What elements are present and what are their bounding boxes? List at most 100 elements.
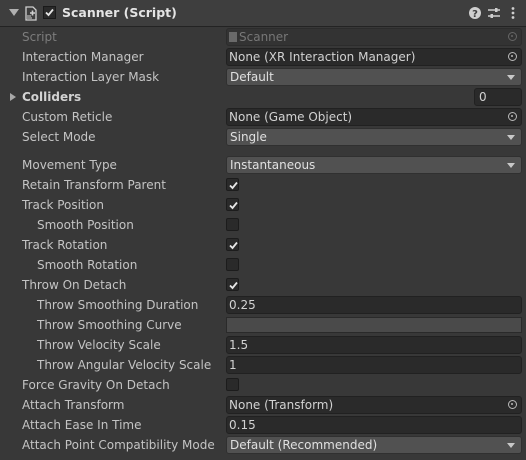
foldout-arrow-icon[interactable] (10, 93, 16, 101)
checkmark-icon (45, 8, 54, 17)
retain-transform-parent-row: Retain Transform Parent (0, 175, 526, 195)
throw-angular-velocity-scale-row: Throw Angular Velocity Scale 1 (0, 355, 526, 375)
smooth-rotation-row: Smooth Rotation (0, 255, 526, 275)
movement-type-row: Movement Type Instantaneous (0, 155, 526, 175)
throw-angular-velocity-scale-value: 1 (229, 358, 237, 372)
movement-type-value: Instantaneous (230, 158, 316, 172)
throw-smoothing-curve-row: Throw Smoothing Curve (0, 315, 526, 335)
throw-smoothing-duration-input[interactable]: 0.25 (226, 296, 522, 314)
smooth-rotation-label: Smooth Rotation (37, 258, 138, 272)
script-label: Script (22, 30, 57, 44)
throw-smoothing-curve-label: Throw Smoothing Curve (37, 318, 182, 332)
attach-transform-row: Attach Transform None (Transform) (0, 395, 526, 415)
preset-icon[interactable] (487, 6, 501, 20)
throw-velocity-scale-value: 1.5 (229, 338, 249, 352)
interaction-layer-mask-label: Interaction Layer Mask (22, 70, 160, 84)
track-position-checkbox[interactable] (226, 198, 239, 211)
select-mode-row: Select Mode Single (0, 127, 526, 147)
custom-reticle-field[interactable]: None (Game Object) (226, 108, 522, 126)
throw-smoothing-duration-row: Throw Smoothing Duration 0.25 (0, 295, 526, 315)
movement-type-dropdown[interactable]: Instantaneous (226, 156, 522, 174)
interaction-manager-row: Interaction Manager None (XR Interaction … (0, 47, 526, 67)
attach-point-compatibility-mode-value: Default (Recommended) (230, 438, 378, 452)
throw-on-detach-label: Throw On Detach (22, 278, 127, 292)
object-picker-icon[interactable] (508, 400, 517, 409)
checkmark-icon (229, 201, 238, 210)
track-position-row: Track Position (0, 195, 526, 215)
track-rotation-label: Track Rotation (22, 238, 108, 252)
smooth-position-checkbox[interactable] (226, 218, 239, 231)
object-picker-icon (508, 32, 517, 41)
retain-transform-parent-label: Retain Transform Parent (22, 178, 166, 192)
object-picker-icon[interactable] (508, 52, 517, 61)
object-picker-icon[interactable] (508, 112, 517, 121)
track-rotation-row: Track Rotation (0, 235, 526, 255)
throw-smoothing-curve-curve-field[interactable] (226, 317, 522, 333)
script-file-icon (229, 32, 237, 42)
colliders-count: 0 (479, 90, 487, 104)
interaction-layer-mask-dropdown[interactable]: Default (226, 68, 522, 86)
component-title: Scanner (Script) (62, 5, 177, 20)
force-gravity-on-detach-label: Force Gravity On Detach (22, 378, 170, 392)
dropdown-arrow-icon (507, 163, 515, 168)
attach-transform-value: None (Transform) (229, 398, 334, 412)
attach-transform-label: Attach Transform (22, 398, 125, 412)
throw-velocity-scale-row: Throw Velocity Scale 1.5 (0, 335, 526, 355)
custom-reticle-row: Custom Reticle None (Game Object) (0, 107, 526, 127)
movement-type-label: Movement Type (22, 158, 117, 172)
select-mode-dropdown[interactable]: Single (226, 128, 522, 146)
dropdown-arrow-icon (507, 135, 515, 140)
smooth-position-label: Smooth Position (37, 218, 134, 232)
component-enabled-checkbox[interactable] (43, 6, 56, 19)
foldout-arrow-icon[interactable] (9, 9, 19, 16)
attach-point-compatibility-mode-dropdown[interactable]: Default (Recommended) (226, 436, 522, 454)
track-position-label: Track Position (22, 198, 104, 212)
retain-transform-parent-checkbox[interactable] (226, 178, 239, 191)
select-mode-value: Single (230, 130, 267, 144)
attach-point-compatibility-mode-row: Attach Point Compatibility Mode Default (… (0, 435, 526, 455)
throw-smoothing-duration-label: Throw Smoothing Duration (37, 298, 199, 312)
force-gravity-on-detach-row: Force Gravity On Detach (0, 375, 526, 395)
help-icon[interactable]: ? (468, 6, 482, 20)
throw-on-detach-row: Throw On Detach (0, 275, 526, 295)
throw-on-detach-checkbox[interactable] (226, 278, 239, 291)
dropdown-arrow-icon (507, 75, 515, 80)
dropdown-arrow-icon (507, 443, 515, 448)
colliders-row: Colliders 0 (0, 87, 526, 107)
interaction-manager-field[interactable]: None (XR Interaction Manager) (226, 48, 522, 66)
interaction-layer-mask-row: Interaction Layer Mask Default (0, 67, 526, 87)
colliders-label[interactable]: Colliders (22, 90, 81, 104)
svg-text:?: ? (472, 9, 478, 20)
throw-angular-velocity-scale-input[interactable]: 1 (226, 356, 522, 374)
smooth-position-row: Smooth Position (0, 215, 526, 235)
attach-ease-in-time-label: Attach Ease In Time (22, 418, 142, 432)
checkmark-icon (229, 181, 238, 190)
script-field: Scanner (226, 28, 522, 46)
script-component-icon (25, 6, 37, 21)
interaction-manager-value: None (XR Interaction Manager) (229, 50, 416, 64)
throw-velocity-scale-label: Throw Velocity Scale (37, 338, 161, 352)
checkmark-icon (229, 281, 238, 290)
custom-reticle-value: None (Game Object) (229, 110, 353, 124)
track-rotation-checkbox[interactable] (226, 238, 239, 251)
smooth-rotation-checkbox[interactable] (226, 258, 239, 271)
checkmark-icon (229, 241, 238, 250)
interaction-layer-mask-value: Default (230, 70, 274, 84)
force-gravity-on-detach-checkbox[interactable] (226, 378, 239, 391)
throw-velocity-scale-input[interactable]: 1.5 (226, 336, 522, 354)
context-menu-icon[interactable] (506, 6, 520, 20)
throw-smoothing-duration-value: 0.25 (229, 298, 256, 312)
custom-reticle-label: Custom Reticle (22, 110, 113, 124)
attach-ease-in-time-row: Attach Ease In Time 0.15 (0, 415, 526, 435)
attach-point-compatibility-mode-label: Attach Point Compatibility Mode (22, 438, 215, 452)
interaction-manager-label: Interaction Manager (22, 50, 144, 64)
select-mode-label: Select Mode (22, 130, 96, 144)
attach-transform-field[interactable]: None (Transform) (226, 396, 522, 414)
throw-angular-velocity-scale-label: Throw Angular Velocity Scale (37, 358, 212, 372)
colliders-count-field[interactable]: 0 (474, 88, 522, 106)
component-header: Scanner (Script) ? (0, 0, 526, 27)
script-value: Scanner (229, 30, 288, 44)
attach-ease-in-time-value: 0.15 (229, 418, 256, 432)
attach-ease-in-time-input[interactable]: 0.15 (226, 416, 522, 434)
script-row: Script Scanner (0, 27, 526, 47)
